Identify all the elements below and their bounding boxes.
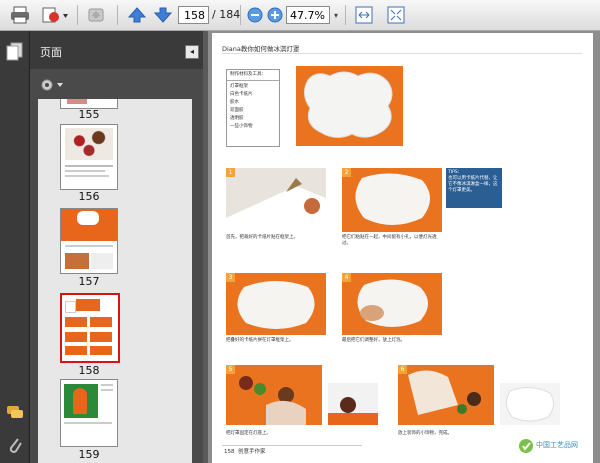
page-number-input[interactable] — [178, 6, 209, 24]
thumbnail-label: 159 — [78, 448, 100, 461]
step-photo — [226, 273, 326, 335]
zoom-out-icon[interactable] — [246, 4, 264, 26]
fit-width-icon[interactable] — [352, 4, 376, 26]
pages-icon[interactable] — [6, 42, 24, 62]
print-icon[interactable] — [8, 4, 32, 26]
panel-title: 页面 — [40, 46, 62, 59]
zoom-input[interactable] — [286, 6, 330, 24]
tools-icon[interactable] — [84, 4, 110, 26]
materials-item: 灯罩框架 — [230, 84, 248, 89]
step-photo — [398, 365, 494, 425]
step-caption: 把它们粘贴在一起，中间留有小孔，以便灯光透过。 — [342, 235, 437, 246]
watermark-text: 中国工艺品网 — [536, 441, 578, 449]
step-caption: 最后把它们调整好，放上灯泡。 — [342, 338, 405, 343]
step-number: 2 — [342, 168, 351, 177]
page-heading: Diana教你如何做冰淇灯罩 — [222, 45, 300, 53]
thumbnail-label: 157 — [78, 275, 100, 288]
panel-header: 页面 ◂ — [30, 31, 203, 69]
page-thumbnail[interactable] — [60, 208, 118, 274]
page-thumbnail[interactable] — [60, 379, 118, 447]
zoom-dropdown-chevron-icon[interactable]: ▾ — [331, 4, 341, 26]
materials-item: 白色卡纸片 — [230, 92, 253, 97]
step-caption: 把叠好的卡纸片拼在灯罩框架上。 — [226, 338, 294, 343]
step-photo-detail — [328, 383, 378, 425]
step-photo — [342, 273, 442, 335]
navigation-rail — [0, 31, 30, 463]
step-number: 1 — [226, 168, 235, 177]
page-thumbnail[interactable] — [60, 124, 118, 190]
step-caption: 把灯罩固定在灯座上。 — [226, 431, 271, 436]
step-photo — [226, 365, 322, 425]
thumbnail-list[interactable]: 155 156 157 158 159 — [38, 99, 192, 463]
materials-title: 制作材料及工具： — [230, 72, 266, 77]
footer-text: 创意手作家 — [238, 449, 266, 455]
page-total: / 184 — [212, 8, 241, 21]
step-number: 4 — [342, 273, 351, 282]
document-view: Diana教你如何做冰淇灯罩 制作材料及工具： 灯罩框架 白色卡纸片 胶水 双面… — [208, 31, 600, 463]
materials-item: 胶水 — [230, 100, 239, 105]
pages-panel: 页面 ◂ 155 156 157 158 159 — [30, 31, 203, 463]
attachment-icon[interactable] — [6, 435, 24, 455]
gear-icon[interactable] — [40, 77, 64, 93]
step-number: 5 — [226, 365, 235, 374]
document-page: Diana教你如何做冰淇灯罩 制作材料及工具： 灯罩框架 白色卡纸片 胶水 双面… — [212, 33, 593, 463]
collapse-panel-button[interactable]: ◂ — [185, 45, 199, 59]
next-page-icon[interactable] — [152, 4, 174, 26]
prev-page-icon[interactable] — [126, 4, 148, 26]
step-photo — [342, 168, 442, 232]
toolbar: / 184 ▾ — [0, 0, 600, 31]
comments-icon[interactable] — [6, 404, 24, 422]
materials-box: 制作材料及工具： 灯罩框架 白色卡纸片 胶水 双面胶 透明胶 一些小饰物 — [226, 69, 280, 147]
tips-text: 也可以用卡纸片代替，让它不像冰淇淋盒一样，这个灯罩更美。 — [448, 176, 498, 193]
materials-item: 一些小饰物 — [230, 124, 253, 129]
step-caption: 首先，把裁好的卡纸片贴在框架上。 — [226, 235, 298, 240]
step-photo — [226, 168, 326, 232]
share-icon[interactable] — [40, 4, 70, 26]
lampshade-photo — [296, 66, 403, 146]
fullscreen-icon[interactable] — [384, 4, 408, 26]
step-number: 6 — [398, 365, 407, 374]
footer-page-number: 158 — [224, 449, 235, 455]
step-photo-detail — [500, 383, 560, 425]
tips-box: TIPS: 也可以用卡纸片代替，让它不像冰淇淋盒一样，这个灯罩更美。 — [446, 168, 502, 208]
watermark-logo: 中国工艺品网 — [518, 436, 588, 456]
thumbnail-label: 158 — [78, 364, 100, 377]
step-number: 3 — [226, 273, 235, 282]
thumbnail-label: 156 — [78, 190, 100, 203]
zoom-in-icon[interactable] — [266, 4, 284, 26]
page-thumbnail-selected[interactable] — [60, 293, 120, 363]
thumbnail-label: 155 — [78, 108, 100, 121]
panel-options — [30, 69, 203, 99]
materials-item: 双面胶 — [230, 108, 244, 113]
materials-item: 透明胶 — [230, 116, 244, 121]
